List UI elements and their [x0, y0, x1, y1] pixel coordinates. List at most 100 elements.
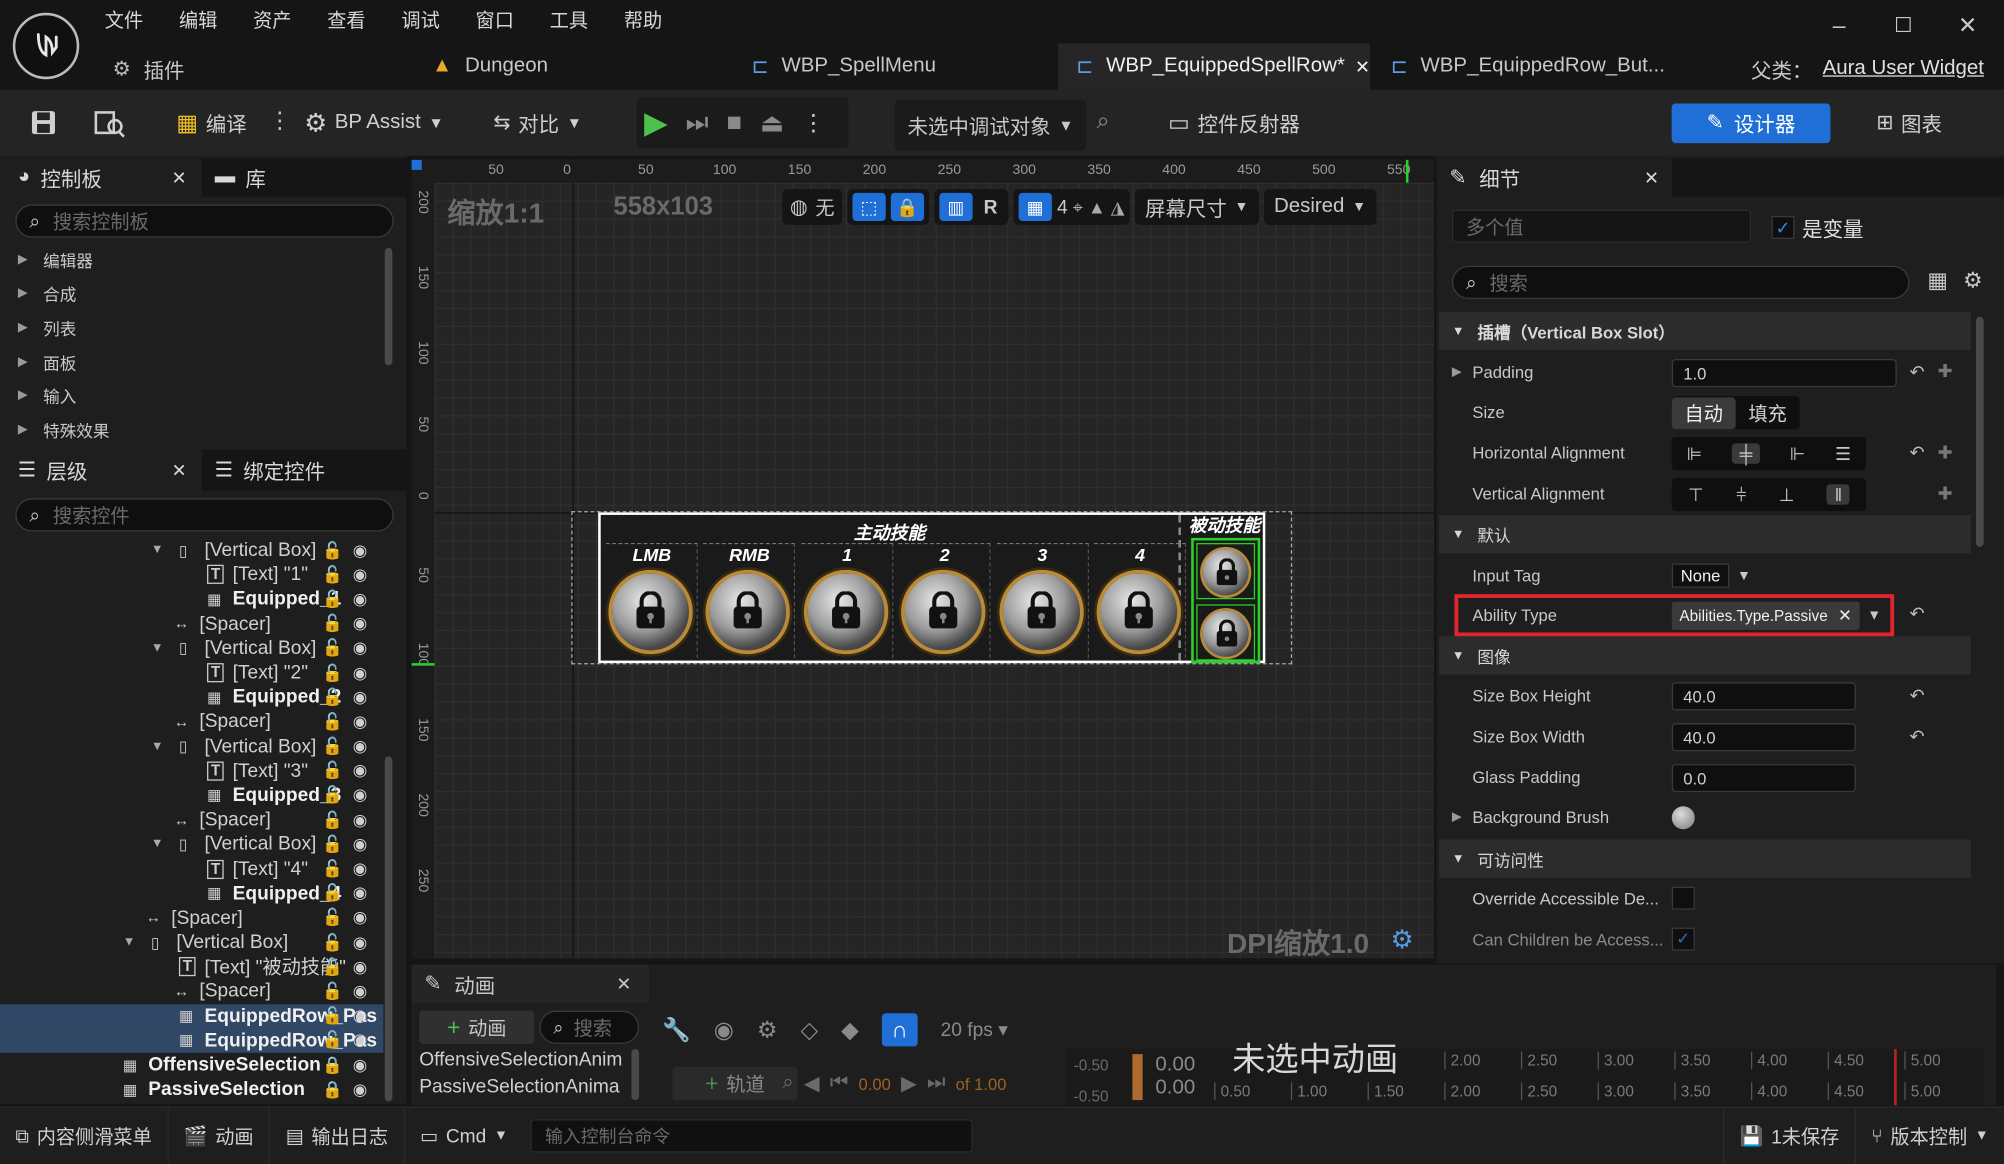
step-back-icon[interactable]: ⏮	[830, 1072, 848, 1095]
output-log-button[interactable]: ▤ 输出日志	[270, 1107, 405, 1164]
details-search[interactable]: ⌕ 搜索	[1451, 265, 1910, 299]
hierarchy-row[interactable]: ▦ Equipped_2 🔓 ◉	[0, 685, 383, 710]
console-input[interactable]: 输入控制台命令	[530, 1119, 974, 1153]
spell-slot[interactable]	[706, 569, 791, 655]
debug-target-dropdown[interactable]: 未选中调试对象 ▼	[894, 99, 1087, 151]
tab-bind-widgets[interactable]: ☰ 绑定控件	[202, 455, 325, 486]
parent-value[interactable]: Aura User Widget	[1823, 57, 1984, 80]
can-children-checkbox[interactable]: ✓	[1671, 927, 1695, 951]
hierarchy-row[interactable]: T [Text] "1" 🔓 ◉	[0, 562, 383, 587]
lock-icon[interactable]: 🔒	[322, 1079, 343, 1099]
size-box-height-field[interactable]: 40.0	[1671, 682, 1856, 711]
unlock-icon[interactable]: 🔓	[322, 712, 343, 732]
visibility-eye-icon[interactable]: ◉	[353, 981, 367, 1001]
grid-count[interactable]: 4	[1057, 196, 1068, 218]
tab-dungeon[interactable]: ▲ Dungeon	[414, 43, 734, 89]
localize-button[interactable]: ◍ 无	[782, 189, 843, 225]
minimize-button[interactable]: –	[1833, 13, 1846, 40]
palette-category[interactable]: ▶ 合成	[0, 277, 383, 311]
equipped-spell-row-preview[interactable]: 主动技能 LMB RMB 1 2 3 4 被动技能	[598, 512, 1266, 664]
browse-icon[interactable]	[92, 105, 128, 141]
tab-animation[interactable]: ✎ 动画 ✕	[411, 964, 650, 1003]
visibility-eye-icon[interactable]: ◉	[353, 1006, 367, 1026]
palette-category[interactable]: ▶ 输入	[0, 379, 383, 413]
unreal-logo[interactable]	[12, 12, 80, 80]
hierarchy-row[interactable]: T [Text] "2" 🔓 ◉	[0, 660, 383, 685]
step-forward-icon[interactable]: ⏭	[927, 1072, 945, 1095]
unlock-icon[interactable]: 🔓	[322, 761, 343, 781]
details-scrollbar[interactable]	[1975, 316, 1984, 547]
animation-item[interactable]: OffensiveSelectionAnim	[419, 1049, 629, 1076]
wrench-icon[interactable]: 🔧	[662, 1016, 691, 1043]
palette-search[interactable]: ⌕ 搜索控制板	[15, 204, 394, 238]
visibility-eye-icon[interactable]: ◉	[353, 540, 367, 560]
grid-icon[interactable]: ▦	[1018, 192, 1052, 222]
hierarchy-row[interactable]: ▼ ▯ [Vertical Box] 🔓 ◉	[0, 734, 383, 759]
spell-slot[interactable]	[803, 569, 889, 655]
section-default[interactable]: ▼ 默认	[1439, 514, 1971, 554]
close-button[interactable]: ✕	[1958, 13, 1977, 40]
key-icon[interactable]: ◇	[800, 1016, 818, 1043]
override-accessible-checkbox[interactable]	[1671, 886, 1695, 910]
add-animation-button[interactable]: + 动画	[419, 1010, 535, 1044]
section-accessibility[interactable]: ▼ 可访问性	[1439, 839, 1971, 878]
visibility-eye-icon[interactable]: ◉	[353, 687, 367, 707]
unlock-icon[interactable]: 🔓	[322, 932, 343, 952]
close-icon[interactable]: ✕	[616, 973, 631, 995]
hierarchy-row[interactable]: T [Text] "4" 🔓 ◉	[0, 857, 383, 882]
close-icon[interactable]: ✕	[172, 167, 187, 189]
close-icon[interactable]: ✕	[1644, 167, 1659, 189]
compile-button[interactable]: ▦ 编译	[166, 100, 257, 146]
hierarchy-row[interactable]: ▦ Equipped_4 🔓 ◉	[0, 881, 383, 906]
unlock-icon[interactable]: 🔓	[322, 613, 343, 633]
visibility-eye-icon[interactable]: ◉	[353, 613, 367, 633]
more-options-icon[interactable]: ⋮	[268, 107, 291, 134]
timeline[interactable]: -0.50 -0.50 0.00 0.00 未选中动画 2.00 2.50 3.00…	[1065, 1040, 1984, 1106]
visibility-eye-icon[interactable]: ◉	[353, 564, 367, 584]
palette-category[interactable]: ▶ 特殊效果	[0, 413, 383, 447]
tab-equipped-row-button[interactable]: ⊏ WBP_EquippedRow_But...	[1373, 43, 1667, 89]
source-control-button[interactable]: ⑂ 版本控制 ▼	[1856, 1108, 2004, 1164]
cursor-icon[interactable]: ⌖	[1073, 196, 1083, 218]
respect-locks-button[interactable]: R	[978, 196, 1004, 218]
plugin-button[interactable]: ⚙ 插件	[112, 54, 184, 85]
visibility-eye-icon[interactable]: ◉	[353, 883, 367, 903]
expand-arrow-icon[interactable]: ▶	[1452, 810, 1462, 824]
unlock-icon[interactable]: 🔓	[322, 859, 343, 879]
menu-file[interactable]: 文件	[87, 0, 161, 43]
tab-details[interactable]: ✎ 细节 ✕	[1436, 158, 1672, 197]
designer-mode-button[interactable]: ✎ 设计器	[1671, 103, 1831, 142]
animation-search[interactable]: ⌕ 搜索	[539, 1010, 640, 1044]
stop-icon[interactable]: ■	[727, 108, 742, 137]
palette-category[interactable]: ▶ 面板	[0, 345, 383, 379]
visibility-eye-icon[interactable]: ◉	[353, 859, 367, 879]
visibility-eye-icon[interactable]: ◉	[353, 663, 367, 683]
unlock-icon[interactable]: 🔓	[322, 663, 343, 683]
visibility-eye-icon[interactable]: ◉	[353, 932, 367, 952]
eye-icon[interactable]: ◉	[714, 1016, 734, 1043]
close-icon[interactable]: ✕	[172, 459, 187, 481]
unlock-icon[interactable]: 🔓	[322, 687, 343, 707]
hierarchy-row[interactable]: ↔ [Spacer] 🔓 ◉	[0, 808, 383, 833]
hierarchy-row[interactable]: ▦ EquippedRow_Pas 🔓 ◉	[0, 1028, 384, 1053]
visibility-eye-icon[interactable]: ◉	[353, 1030, 367, 1050]
visibility-eye-icon[interactable]: ◉	[353, 712, 367, 732]
hierarchy-row[interactable]: ▦ PassiveSelection 🔒 ◉	[0, 1077, 383, 1102]
image-icon[interactable]: ▲	[1088, 197, 1106, 217]
animation-item[interactable]: PassiveSelectionAnima	[419, 1076, 629, 1103]
widget-reflector-button[interactable]: ▭ 控件反射器	[1158, 100, 1310, 146]
menu-edit[interactable]: 编辑	[161, 0, 235, 43]
unlock-icon[interactable]: 🔓	[322, 981, 343, 1001]
visibility-eye-icon[interactable]: ◉	[353, 736, 367, 756]
hierarchy-row[interactable]: ▦ Equipped_3 🔓 ◉	[0, 783, 383, 808]
marquee-icon[interactable]: ⬚	[852, 192, 886, 222]
unlock-icon[interactable]: 🔓	[322, 908, 343, 928]
spell-slot[interactable]	[1096, 569, 1181, 655]
spell-slot[interactable]	[998, 569, 1084, 655]
add-track-button[interactable]: + 轨道	[672, 1066, 798, 1101]
animation-button[interactable]: 🎬 动画	[168, 1107, 271, 1164]
glass-padding-field[interactable]: 0.0	[1671, 764, 1856, 793]
collapse-arrow-icon[interactable]: ▼	[123, 935, 136, 949]
settings-gear-icon[interactable]: ⚙	[1963, 268, 1982, 294]
hierarchy-row[interactable]: ▼ ▯ [Vertical Box] 🔓 ◉	[0, 538, 383, 563]
